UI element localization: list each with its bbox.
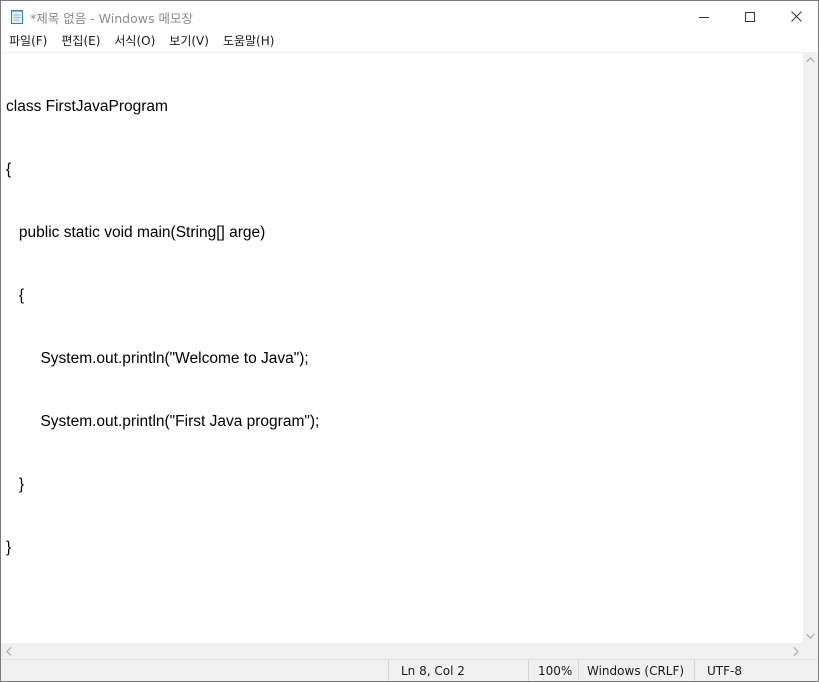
cursor-position: Ln 8, Col 2 xyxy=(388,660,528,681)
line-ending: Windows (CRLF) xyxy=(578,660,694,681)
status-bar: Ln 8, Col 2 100% Windows (CRLF) UTF-8 xyxy=(1,659,818,681)
close-icon xyxy=(790,7,802,26)
scroll-up-icon[interactable] xyxy=(803,52,818,67)
editor-line: { xyxy=(6,287,25,304)
text-editor[interactable]: class FirstJavaProgram { public static v… xyxy=(1,52,803,643)
menu-file[interactable]: 파일(F) xyxy=(2,31,54,51)
notepad-window: *제목 없음 - Windows 메모장 파일(F) 편집(E) 서식(O) 보… xyxy=(0,0,819,682)
zoom-level: 100% xyxy=(528,660,578,681)
scroll-down-icon[interactable] xyxy=(803,628,818,643)
editor-line: } xyxy=(6,476,25,493)
menu-edit[interactable]: 편집(E) xyxy=(54,31,107,51)
editor-line: System.out.println("First Java program")… xyxy=(6,413,320,430)
minimize-icon xyxy=(699,7,709,26)
title-bar[interactable]: *제목 없음 - Windows 메모장 xyxy=(1,1,818,31)
editor-line: System.out.println("Welcome to Java"); xyxy=(6,350,309,367)
notepad-icon xyxy=(10,8,25,24)
vertical-scrollbar[interactable] xyxy=(803,52,818,643)
editor-line: public static void main(String[] arge) xyxy=(6,224,266,241)
scroll-right-icon[interactable] xyxy=(788,643,803,659)
editor-line: } xyxy=(6,539,12,556)
editor-line: { xyxy=(6,161,12,178)
editor-line: class FirstJavaProgram xyxy=(6,98,168,115)
close-button[interactable] xyxy=(773,1,818,31)
menu-help[interactable]: 도움말(H) xyxy=(216,31,282,51)
menu-bar: 파일(F) 편집(E) 서식(O) 보기(V) 도움말(H) xyxy=(1,31,818,51)
menu-format[interactable]: 서식(O) xyxy=(107,31,162,51)
maximize-button[interactable] xyxy=(727,1,773,31)
maximize-icon xyxy=(745,7,755,26)
scroll-left-icon[interactable] xyxy=(1,643,16,659)
menu-view[interactable]: 보기(V) xyxy=(162,31,216,51)
encoding: UTF-8 xyxy=(694,660,818,681)
editor-content[interactable]: class FirstJavaProgram { public static v… xyxy=(6,54,319,600)
minimize-button[interactable] xyxy=(681,1,727,31)
scrollbar-corner xyxy=(803,643,818,659)
horizontal-scrollbar[interactable] xyxy=(1,643,803,659)
window-title: *제목 없음 - Windows 메모장 xyxy=(30,11,193,26)
